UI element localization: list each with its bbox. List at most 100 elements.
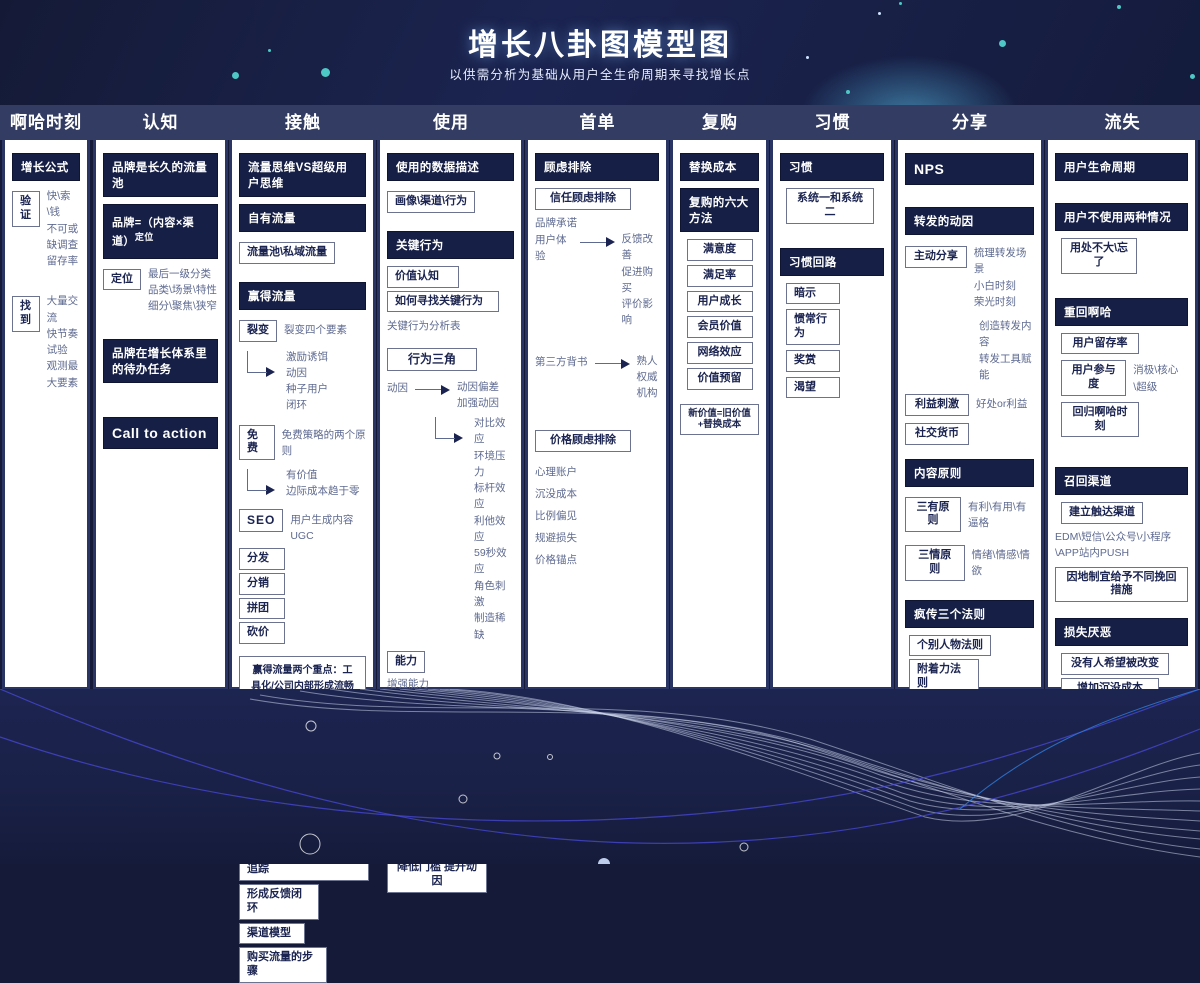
chip-find[interactable]: 找到	[12, 296, 40, 332]
chip-value-cognition[interactable]: 价值认知	[387, 265, 459, 288]
free-branch: 有价值 边际成本趋于零	[245, 467, 366, 500]
group-seo: SEO 用户生成内容UGC	[239, 506, 366, 545]
recall-channel-line-2: \APP站内PUSH	[1055, 547, 1130, 560]
section-title-brand-todo: 品牌在增长体系里的待办任务	[103, 339, 218, 384]
chip-nobody-wants-change[interactable]: 没有人希望被改变	[1061, 653, 1169, 675]
chip-bargain[interactable]: 砍价	[239, 622, 285, 645]
effects-list: 对比效应 环境压力 标杆效应 利他效应 59秒效应 角色刺激 制造稀缺	[474, 415, 514, 643]
list-item: 快\索\钱	[46, 190, 71, 219]
chip-reach-channel[interactable]: 建立触达渠道	[1061, 502, 1143, 524]
column-header-awareness: 认知	[142, 113, 179, 132]
chip-craving[interactable]: 渴望	[786, 376, 840, 399]
chip-positioning[interactable]: 定位	[103, 268, 141, 291]
section-title-habit: 习惯	[780, 153, 884, 181]
column-churn: 用户生命周期 用户不使用两种情况 用处不大\忘了 重回啊哈 用户留存率 用户参与…	[1045, 140, 1198, 700]
chip-fission[interactable]: 裂变	[239, 319, 277, 342]
chip-three-emotion[interactable]: 三情原则	[905, 545, 965, 581]
motive-arrow-row: 动因 动因偏差 加强动因	[387, 379, 514, 412]
chip-engagement[interactable]: 用户参与度	[1061, 360, 1127, 396]
chip-profile-channel-behavior[interactable]: 画像\渠道\行为	[387, 191, 476, 213]
chip-active-share[interactable]: 主动分享	[905, 246, 967, 268]
chip-cue[interactable]: 暗示	[786, 282, 840, 305]
chip-return-aha[interactable]: 回归啊哈时刻	[1061, 401, 1139, 438]
chip-behavior-triangle[interactable]: 行为三角	[387, 347, 477, 371]
chip-reseller[interactable]: 分销	[239, 572, 285, 595]
chip-three-have[interactable]: 三有原则	[905, 496, 961, 533]
list-item: 留存率	[46, 255, 79, 268]
chip-feedback-loop[interactable]: 形成反馈闭环	[239, 884, 319, 920]
chip-member-value[interactable]: 会员价值	[686, 316, 753, 338]
list-item: 利他效应	[474, 514, 506, 543]
find-list: 大量交流 快节奏试验 观测最大要素	[47, 293, 80, 391]
fission-heading: 裂变四个要素	[284, 323, 347, 336]
three-emotion-note: 情绪\情感\情欲	[971, 549, 1030, 578]
column-ahamoment: 增长公式 验证 快\索\钱 不可或缺调查 留存率 找到 大量交流 快节奏试验 观…	[2, 140, 90, 690]
chip-system-one-two[interactable]: 系统一和系统二	[786, 188, 874, 224]
chip-routine[interactable]: 惯常行为	[786, 309, 840, 345]
page-subtitle: 以供需分析为基础从用户全生命周期来寻找增长点	[449, 68, 751, 82]
section-title-share-motivation: 转发的动因	[905, 207, 1034, 235]
column-habit: 习惯 系统一和系统二 习惯回路 暗示 惯常行为 奖赏 渴望	[770, 140, 894, 690]
group-active-share: 主动分享 梳理转发场景 小白时刻 荣光时刻	[905, 243, 1034, 310]
section-title-usage-data: 使用的数据描述	[387, 153, 514, 181]
chip-social-currency[interactable]: 社交货币	[905, 422, 969, 445]
fission-branch: 激励诱饵 动因 种子用户 闭环	[245, 349, 366, 414]
chip-ability[interactable]: 能力	[387, 650, 425, 673]
ux-list: 反馈改善 促进购买 评价影响	[622, 231, 660, 329]
chip-find-key-behavior[interactable]: 如何寻找关键行为	[387, 290, 499, 313]
chip-price-concern[interactable]: 价格顾虑排除	[535, 430, 631, 453]
benefit-note: 好处or利益	[976, 398, 1028, 411]
three-have-note: 有利\有用\有逼格	[967, 500, 1027, 529]
key-behavior-table-label: 关键行为分析表	[387, 320, 461, 333]
chip-user-growth[interactable]: 用户成长	[686, 290, 753, 313]
list-item: 反馈改善	[621, 233, 654, 262]
chip-trust-concern[interactable]: 信任顾虑排除	[535, 188, 631, 210]
column-header-habit: 习惯	[814, 113, 851, 132]
chip-useless-forgot[interactable]: 用处不大\忘了	[1061, 238, 1137, 274]
chip-channel-model[interactable]: 渠道模型	[239, 922, 305, 945]
decor-dot	[1117, 5, 1121, 9]
footer-wave-svg	[0, 689, 1200, 864]
list-item: 制造稀缺	[474, 612, 506, 641]
list-item: 对比效应	[474, 417, 506, 446]
chip-retention-rate[interactable]: 用户留存率	[1061, 332, 1139, 355]
positioning-list: 最后一级分类 品类\场景\特性 细分\聚焦\狭窄	[148, 266, 217, 315]
list-item: 59秒效应	[474, 547, 507, 576]
section-title-not-using: 用户不使用两种情况	[1055, 203, 1188, 231]
group-fission: 裂变 裂变四个要素	[239, 317, 366, 345]
list-item: 小白时刻	[973, 279, 1016, 292]
chip-fulfillment[interactable]: 满足率	[686, 264, 753, 287]
fission-list: 激励诱饵 动因 种子用户 闭环	[286, 349, 328, 414]
column-firstorder: 顾虑排除 信任顾虑排除 品牌承诺 用户体验 反馈改善 促进购买 评价影响 第三方…	[525, 140, 669, 690]
chip-verify[interactable]: 验证	[12, 191, 40, 227]
list-item: 品类\场景\特性	[148, 283, 217, 296]
ux-label: 用户体验	[535, 234, 567, 263]
decor-dot	[878, 12, 881, 15]
list-item: 激励诱饵	[286, 350, 328, 363]
chip-free[interactable]: 免费	[239, 424, 275, 461]
chip-groupbuy[interactable]: 拼团	[239, 597, 285, 620]
chip-value-reserve[interactable]: 价值预留	[686, 367, 753, 390]
chip-benefit-stimulus[interactable]: 利益刺激	[905, 394, 969, 416]
chip-traffic-pool[interactable]: 流量池\私域流量	[239, 242, 336, 264]
endorsement-arrow-row: 第三方背书 熟人 权威 机构	[535, 353, 659, 402]
list-item: 权威	[636, 370, 658, 383]
list-item: 加强动因	[457, 396, 499, 409]
chip-buy-steps[interactable]: 购买流量的步骤	[239, 947, 327, 983]
chip-law-of-few[interactable]: 个别人物法则	[909, 634, 991, 657]
chip-satisfaction[interactable]: 满意度	[686, 239, 753, 261]
chip-reward[interactable]: 奖赏	[786, 349, 840, 372]
chip-seo[interactable]: SEO	[239, 508, 284, 532]
list-item: 环境压力	[474, 449, 506, 478]
hero-banner: 增长八卦图模型图 以供需分析为基础从用户全生命周期来寻找增长点	[0, 0, 1200, 105]
chip-network-effect[interactable]: 网络效应	[686, 342, 753, 364]
group-positioning: 定位 最后一级分类 品类\场景\特性 细分\聚焦\狭窄	[103, 266, 218, 315]
endorsement-list: 熟人 权威 机构	[637, 353, 658, 402]
chip-tailored-measures[interactable]: 因地制宜给予不同挽回措施	[1055, 566, 1188, 603]
column-header-usage: 使用	[433, 113, 469, 132]
chip-distribute[interactable]: 分发	[239, 548, 285, 570]
section-title-recall-channel: 召回渠道	[1055, 467, 1188, 496]
arrow-right-icon	[594, 358, 630, 369]
list-item: 大量交流	[46, 295, 79, 324]
list-item: 动因	[286, 366, 307, 379]
